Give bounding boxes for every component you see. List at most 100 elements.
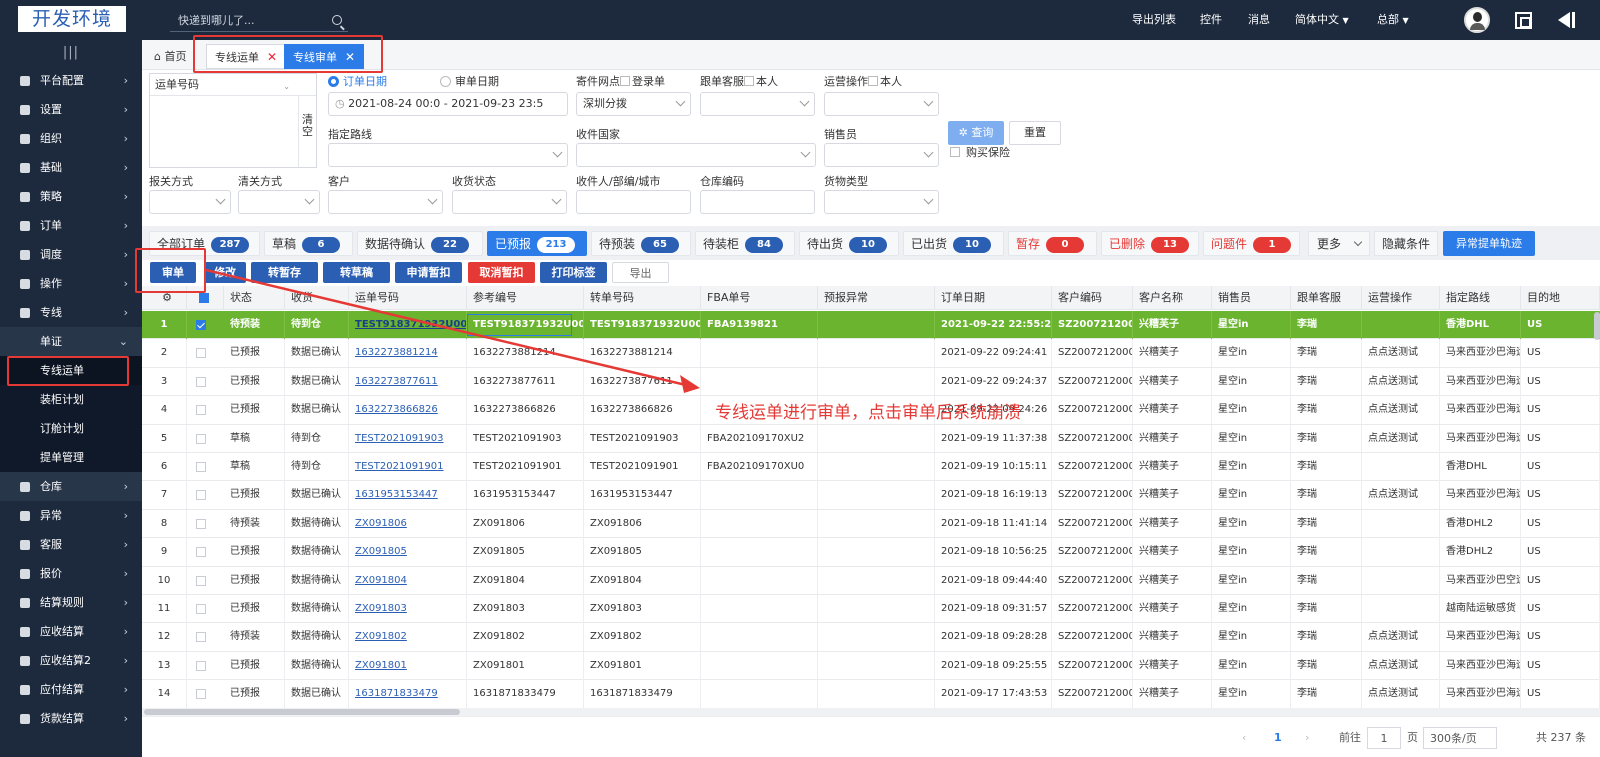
- row-checkbox[interactable]: [196, 547, 206, 558]
- sidebar-item-8[interactable]: 专线 ›: [0, 298, 142, 327]
- waybill-link[interactable]: ZX091803: [349, 595, 467, 623]
- status-tab-10[interactable]: 问题件 1: [1203, 231, 1300, 256]
- sidebar-group-documents[interactable]: 单证 ⌄: [0, 327, 142, 356]
- sidebar-item2-0[interactable]: 仓库 ›: [0, 472, 142, 501]
- sidebar-item2-4[interactable]: 结算规则 ›: [0, 588, 142, 617]
- row-checkbox[interactable]: [196, 405, 206, 416]
- checkbox-icon[interactable]: [744, 76, 754, 86]
- status-tab-3[interactable]: 已预报 213: [487, 231, 587, 256]
- apply-hold-button[interactable]: 申请暂扣: [395, 262, 462, 283]
- column-header[interactable]: 收货: [285, 286, 349, 310]
- print-label-button[interactable]: 打印标签: [540, 262, 607, 283]
- column-header[interactable]: 预报异常: [818, 286, 935, 310]
- horizontal-scrollbar[interactable]: [142, 708, 1600, 716]
- column-header[interactable]: 运营操作: [1362, 286, 1440, 310]
- tab-home[interactable]: ⌂ 首页: [146, 44, 194, 69]
- sidebar-item2-2[interactable]: 客服 ›: [0, 530, 142, 559]
- waybill-link[interactable]: 1632273881214: [349, 339, 467, 368]
- column-header[interactable]: 状态: [224, 286, 285, 310]
- status-tab-1[interactable]: 草稿 6: [264, 231, 353, 256]
- fullscreen-icon[interactable]: [1515, 12, 1532, 29]
- status-tab-7[interactable]: 已出货 10: [903, 231, 1004, 256]
- query-button[interactable]: ✲ 查询: [948, 121, 1004, 145]
- row-checkbox[interactable]: [196, 433, 206, 444]
- sidebar-item-0[interactable]: 平台配置 ›: [0, 66, 142, 95]
- sidebar-item-4[interactable]: 策略 ›: [0, 182, 142, 211]
- waybill-link[interactable]: 1631953153447: [349, 481, 467, 510]
- avatar[interactable]: [1464, 7, 1490, 33]
- column-header[interactable]: 指定路线: [1440, 286, 1521, 310]
- abnormal-trace-button[interactable]: 异常提单轨迹: [1443, 231, 1535, 256]
- language-select[interactable]: 简体中文 ▼: [1295, 0, 1349, 40]
- waybill-link[interactable]: ZX091802: [349, 623, 467, 652]
- table-row[interactable]: 1 待预装 待到仓 TEST918371932U001 TEST918371932U00…: [142, 311, 1600, 340]
- table-row[interactable]: 13 已预报 数据待确认 ZX091801 ZX091801 ZX091801 2021-0…: [142, 651, 1600, 681]
- pickup-point-select[interactable]: 深圳分拨: [576, 92, 691, 116]
- waybill-type-select[interactable]: 运单号码 ⌄: [150, 74, 316, 96]
- row-checkbox[interactable]: [196, 660, 206, 671]
- waybill-link[interactable]: TEST2021091901: [349, 453, 467, 481]
- waybill-link[interactable]: ZX091806: [349, 509, 467, 538]
- warehouse-code-input[interactable]: [700, 190, 815, 214]
- to-draft-button[interactable]: 转草稿: [323, 262, 390, 283]
- row-checkbox[interactable]: [196, 632, 206, 643]
- status-tab-2[interactable]: 数据待确认 22: [357, 231, 483, 256]
- sidebar-item-6[interactable]: 调度 ›: [0, 240, 142, 269]
- search-input[interactable]: 快递到哪儿了...: [170, 10, 348, 32]
- sidebar-subitem-3[interactable]: 提单管理: [0, 443, 142, 472]
- table-row[interactable]: 10 已预报 数据待确认 ZX091804 ZX091804 ZX091804 2021-0…: [142, 566, 1600, 595]
- column-header[interactable]: 参考编号: [467, 286, 584, 310]
- column-header[interactable]: 订单日期: [935, 286, 1052, 310]
- receive-status-select[interactable]: [452, 190, 567, 214]
- table-row[interactable]: 2 已预报 数据已确认 1632273881214 1632273881214 16322…: [142, 339, 1600, 368]
- row-checkbox[interactable]: [196, 320, 206, 330]
- sidebar-item2-3[interactable]: 报价 ›: [0, 559, 142, 588]
- page-size-select[interactable]: 300条/页: [1423, 727, 1497, 749]
- table-row[interactable]: 12 待预装 数据待确认 ZX091802 ZX091802 ZX091802 2021-0…: [142, 623, 1600, 652]
- receiver-input[interactable]: [576, 190, 691, 214]
- column-header[interactable]: 客户名称: [1133, 286, 1212, 310]
- sidebar-item2-1[interactable]: 异常 ›: [0, 501, 142, 530]
- goto-page-input[interactable]: 1: [1367, 727, 1401, 749]
- row-checkbox[interactable]: [196, 348, 206, 359]
- waybill-link[interactable]: ZX091801: [349, 651, 467, 680]
- status-tab-9[interactable]: 已删除 13: [1101, 231, 1199, 256]
- sidebar-item2-5[interactable]: 应收结算 ›: [0, 617, 142, 646]
- row-checkbox[interactable]: [196, 604, 206, 614]
- more-dropdown[interactable]: 更多: [1308, 231, 1370, 256]
- sidebar-subitem-1[interactable]: 装柜计划: [0, 385, 142, 414]
- sidebar-item-2[interactable]: 组织 ›: [0, 124, 142, 153]
- table-row[interactable]: 14 已预报 数据已确认 1631871833479 1631871833479 1631…: [142, 680, 1600, 708]
- date-range-input[interactable]: ◷ 2021-08-24 00:0 - 2021-09-23 23:5: [328, 92, 568, 116]
- collapse-icon[interactable]: [1558, 12, 1576, 28]
- export-list-link[interactable]: 导出列表: [1132, 0, 1176, 40]
- prev-page-icon[interactable]: ‹: [1242, 727, 1246, 749]
- column-header[interactable]: 运单号码: [349, 286, 467, 310]
- sidebar-subitem-2[interactable]: 订舱计划: [0, 414, 142, 443]
- row-checkbox[interactable]: [196, 376, 206, 387]
- table-row[interactable]: 5 草稿 待到仓 TEST2021091903 TEST2021091903 TEST20…: [142, 424, 1600, 453]
- waybill-link[interactable]: 1632273866826: [349, 396, 467, 425]
- export-button[interactable]: 导出: [612, 262, 669, 283]
- hide-conditions-button[interactable]: 隐藏条件: [1374, 231, 1438, 256]
- sidebar-item2-7[interactable]: 应付结算 ›: [0, 675, 142, 704]
- column-header[interactable]: 销售员: [1212, 286, 1291, 310]
- row-checkbox[interactable]: [196, 462, 206, 472]
- checkbox-icon[interactable]: [620, 76, 630, 86]
- to-temp-button[interactable]: 转暂存: [251, 262, 318, 283]
- waybill-link[interactable]: 1631871833479: [349, 680, 467, 708]
- sidebar-item2-6[interactable]: 应收结算2 ›: [0, 646, 142, 675]
- declare-select[interactable]: [149, 190, 231, 214]
- status-tab-4[interactable]: 待预装 65: [591, 231, 691, 256]
- ops-select[interactable]: [824, 92, 939, 116]
- page-number[interactable]: 1: [1274, 727, 1282, 749]
- table-row[interactable]: 11 已预报 数据待确认 ZX091803 ZX091803 ZX091803 2021-0…: [142, 595, 1600, 624]
- sidebar-toggle-icon[interactable]: |||: [0, 40, 142, 66]
- clear-button[interactable]: 清空: [298, 96, 316, 167]
- messages-link[interactable]: 消息: [1248, 0, 1270, 40]
- status-tab-8[interactable]: 暂存 0: [1008, 231, 1097, 256]
- waybill-textarea[interactable]: 运单号码 ⌄ 清空: [149, 73, 317, 168]
- column-header[interactable]: 客户编码: [1052, 286, 1133, 310]
- table-row[interactable]: 3 已预报 数据已确认 1632273877611 1632273877611 16322…: [142, 367, 1600, 397]
- plugin-link[interactable]: 控件: [1200, 0, 1222, 40]
